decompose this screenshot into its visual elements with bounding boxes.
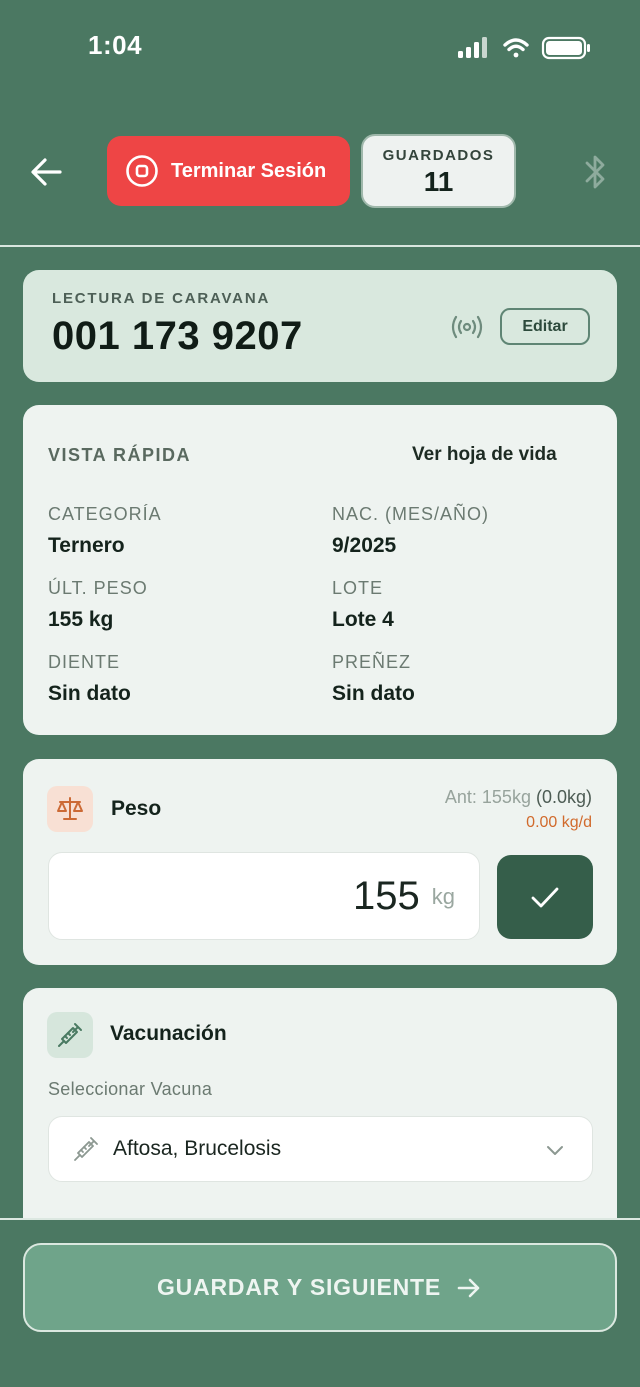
saved-counter: GUARDADOS 11 <box>361 134 516 208</box>
field-birth-label: NAC. (MES/AÑO) <box>332 504 490 524</box>
weight-title: Peso <box>111 797 162 820</box>
quick-view-title: VISTA RÁPIDA <box>48 445 192 465</box>
selected-vaccine: Aftosa, Brucelosis <box>113 1137 282 1160</box>
tag-reading-label: LECTURA DE CARAVANA <box>52 290 271 307</box>
rfid-signal-icon <box>451 315 483 339</box>
stop-icon <box>126 155 158 187</box>
confirm-weight-button[interactable] <box>497 855 593 939</box>
scale-icon-box <box>47 786 93 832</box>
field-tooth-value: Sin dato <box>48 682 131 705</box>
field-pregnancy-value: Sin dato <box>332 682 415 705</box>
field-lot-value: Lote 4 <box>332 608 394 631</box>
signal-icon <box>458 37 487 58</box>
field-pregnancy-label: PREÑEZ <box>332 652 412 672</box>
select-vaccine-label: Seleccionar Vacuna <box>48 1079 213 1099</box>
bluetooth-icon[interactable] <box>580 150 610 194</box>
syringe-icon <box>74 1137 98 1161</box>
chevron-down-icon <box>547 1146 563 1155</box>
view-life-sheet-link[interactable]: Ver hoja de vida <box>412 444 557 466</box>
check-icon <box>531 887 559 908</box>
header-divider <box>0 245 640 247</box>
edit-tag-button[interactable]: Editar <box>500 308 590 345</box>
field-birth-value: 9/2025 <box>332 534 397 557</box>
field-lot-label: LOTE <box>332 578 384 598</box>
tag-number: 001 173 9207 <box>52 314 303 358</box>
field-category-label: CATEGORÍA <box>48 504 162 524</box>
vaccine-select[interactable]: Aftosa, Brucelosis <box>48 1116 593 1182</box>
weight-input[interactable]: 155 kg <box>48 852 480 940</box>
vaccination-title: Vacunación <box>110 1022 227 1045</box>
previous-weight-value: Ant: 155kg <box>444 787 531 807</box>
arrow-right-icon <box>457 1278 480 1297</box>
tag-reading-card: LECTURA DE CARAVANA 001 173 9207 Editar <box>23 270 617 382</box>
field-last-weight-value: 155 kg <box>48 608 114 631</box>
save-and-next-label: GUARDAR Y SIGUIENTE <box>156 1274 441 1300</box>
end-session-button[interactable]: Terminar Sesión <box>107 136 350 206</box>
saved-label: GUARDADOS <box>382 147 495 164</box>
field-last-weight-label: ÚLT. PESO <box>48 578 148 598</box>
previous-weight-diff: (0.0kg) <box>535 787 592 807</box>
syringe-icon-box <box>47 1012 93 1058</box>
weight-unit: kg <box>431 884 455 909</box>
status-icons <box>458 36 590 60</box>
vaccination-card: Vacunación Seleccionar Vacuna Aftosa, Br… <box>23 988 617 1228</box>
scale-icon <box>57 797 83 820</box>
back-arrow-icon[interactable] <box>26 150 66 194</box>
quick-view-card: VISTA RÁPIDA Ver hoja de vida CATEGORÍA … <box>23 405 617 735</box>
save-and-next-button[interactable]: GUARDAR Y SIGUIENTE <box>23 1243 617 1332</box>
daily-gain-rate: 0.00 kg/d <box>526 814 592 831</box>
wifi-icon <box>503 38 529 58</box>
battery-icon <box>541 36 590 60</box>
weight-card: Peso Ant: 155kg (0.0kg) 0.00 kg/d 155 kg <box>23 759 617 965</box>
saved-count: 11 <box>423 166 454 197</box>
previous-weight: Ant: 155kg (0.0kg) <box>445 787 592 808</box>
end-session-label: Terminar Sesión <box>171 159 327 182</box>
field-category-value: Ternero <box>48 534 125 557</box>
field-tooth-label: DIENTE <box>48 652 121 672</box>
status-time: 1:04 <box>88 30 143 60</box>
weight-input-value: 155 <box>353 873 420 918</box>
syringe-icon <box>58 1023 82 1047</box>
